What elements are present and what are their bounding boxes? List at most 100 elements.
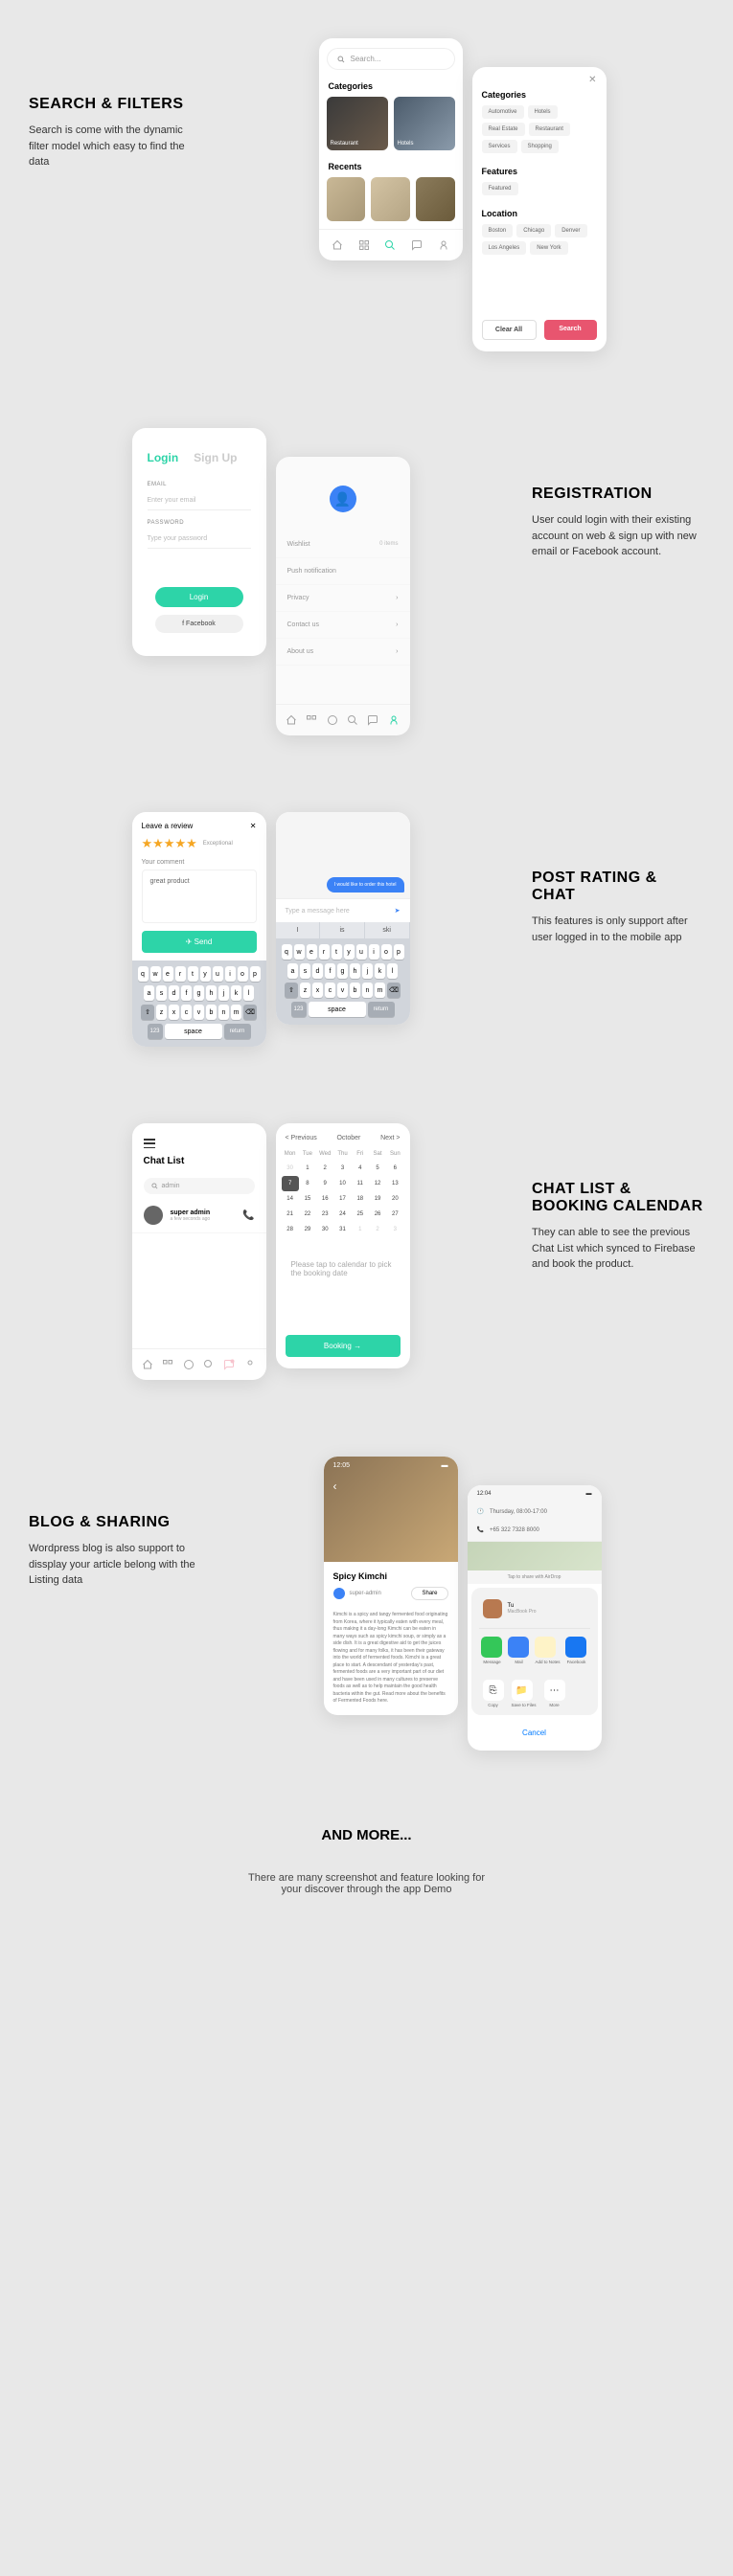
cancel-button[interactable]: Cancel: [471, 1721, 598, 1745]
pill[interactable]: Real Estate: [482, 123, 525, 136]
key-h[interactable]: h: [206, 985, 217, 1001]
tab-login[interactable]: Login: [148, 451, 179, 464]
calendar-day[interactable]: 16: [316, 1191, 333, 1207]
comment-textarea[interactable]: great product: [142, 870, 257, 923]
calendar-day[interactable]: 30: [282, 1161, 299, 1176]
calendar-day[interactable]: 10: [333, 1176, 351, 1191]
pill[interactable]: Automotive: [482, 105, 524, 119]
key-a[interactable]: a: [144, 985, 154, 1001]
menu-privacy[interactable]: Privacy›: [276, 585, 410, 612]
user-icon[interactable]: [438, 239, 449, 251]
key-g[interactable]: g: [194, 985, 204, 1001]
password-field[interactable]: Type your password: [148, 531, 251, 549]
key-y[interactable]: y: [344, 944, 355, 960]
key-r[interactable]: r: [319, 944, 330, 960]
chat-row[interactable]: super admina few seconds ago 📞: [132, 1198, 266, 1233]
login-button[interactable]: Login: [155, 587, 243, 607]
map-icon[interactable]: [183, 1359, 195, 1370]
email-field[interactable]: Enter your email: [148, 493, 251, 510]
calendar-day[interactable]: 17: [333, 1191, 351, 1207]
return-key[interactable]: return: [368, 1002, 395, 1017]
share-button[interactable]: Share: [411, 1587, 447, 1600]
key-j[interactable]: j: [218, 985, 229, 1001]
key-l[interactable]: l: [387, 963, 398, 979]
search-input[interactable]: Search...: [327, 48, 455, 70]
grid-icon[interactable]: [306, 714, 317, 726]
key-z[interactable]: z: [156, 1005, 167, 1020]
calendar-day[interactable]: 3: [386, 1222, 403, 1237]
key-a[interactable]: a: [287, 963, 298, 979]
pill[interactable]: New York: [530, 241, 567, 255]
search-input[interactable]: admin: [144, 1178, 255, 1194]
key-m[interactable]: m: [231, 1005, 241, 1020]
chat-icon[interactable]: [367, 714, 378, 726]
key-x[interactable]: x: [312, 983, 323, 998]
menu-wishlist[interactable]: Wishlist0 items: [276, 531, 410, 558]
key-b[interactable]: b: [350, 983, 360, 998]
chat-input[interactable]: Type a message here➤: [276, 898, 410, 922]
menu-icon[interactable]: [144, 1139, 155, 1148]
calendar-day[interactable]: 13: [386, 1176, 403, 1191]
phone-icon[interactable]: 📞: [242, 1210, 254, 1221]
search-icon[interactable]: [347, 714, 358, 726]
123-key[interactable]: 123: [291, 1002, 307, 1017]
send-icon[interactable]: ➤: [395, 907, 401, 915]
calendar-day[interactable]: 19: [369, 1191, 386, 1207]
user-icon[interactable]: [244, 1359, 256, 1370]
star-rating[interactable]: ★★★★★Exceptional: [132, 834, 266, 859]
space-key[interactable]: space: [309, 1002, 366, 1017]
send-button[interactable]: ✈ Send: [142, 931, 257, 953]
calendar-day[interactable]: 2: [369, 1222, 386, 1237]
search-icon[interactable]: [384, 239, 396, 251]
calendar-day[interactable]: 30: [316, 1222, 333, 1237]
calendar-day[interactable]: 14: [282, 1191, 299, 1207]
calendar-day[interactable]: 8: [299, 1176, 316, 1191]
pill[interactable]: Boston: [482, 224, 514, 237]
key-q[interactable]: q: [282, 944, 292, 960]
calendar-day[interactable]: 31: [333, 1222, 351, 1237]
key-n[interactable]: n: [362, 983, 373, 998]
chat-icon[interactable]: [223, 1359, 235, 1370]
calendar-day[interactable]: 5: [369, 1161, 386, 1176]
map-icon[interactable]: [327, 714, 338, 726]
key-t[interactable]: t: [332, 944, 342, 960]
key-p[interactable]: p: [394, 944, 404, 960]
return-key[interactable]: return: [224, 1024, 251, 1039]
search-button[interactable]: Search: [544, 320, 597, 340]
shift-key[interactable]: ⇧: [285, 983, 298, 998]
category-card[interactable]: Restaurant: [327, 97, 388, 150]
avatar[interactable]: 👤: [330, 486, 356, 512]
pill[interactable]: Featured: [482, 182, 518, 195]
calendar-day[interactable]: 26: [369, 1207, 386, 1222]
key-f[interactable]: f: [325, 963, 335, 979]
key-u[interactable]: u: [356, 944, 367, 960]
calendar-day[interactable]: 7: [282, 1176, 299, 1191]
recent-card[interactable]: [371, 177, 410, 221]
menu-about[interactable]: About us›: [276, 639, 410, 666]
map[interactable]: [468, 1542, 602, 1570]
key-v[interactable]: v: [337, 983, 348, 998]
action[interactable]: 📁Save to Files: [512, 1680, 537, 1707]
calendar-day[interactable]: 20: [386, 1191, 403, 1207]
key-k[interactable]: k: [375, 963, 385, 979]
key-e[interactable]: e: [307, 944, 317, 960]
backspace-key[interactable]: ⌫: [387, 983, 401, 998]
calendar-day[interactable]: 9: [316, 1176, 333, 1191]
key-v[interactable]: v: [194, 1005, 204, 1020]
share-app[interactable]: Mail: [508, 1637, 529, 1664]
booking-button[interactable]: Booking →: [286, 1335, 401, 1357]
key-w[interactable]: w: [150, 966, 161, 982]
key-d[interactable]: d: [312, 963, 323, 979]
key-i[interactable]: i: [225, 966, 236, 982]
airdrop-target[interactable]: TuMacBook Pro: [479, 1595, 590, 1628]
key-y[interactable]: y: [200, 966, 211, 982]
home-icon[interactable]: [332, 239, 343, 251]
calendar-day[interactable]: 18: [352, 1191, 369, 1207]
grid-icon[interactable]: [162, 1359, 173, 1370]
suggestion[interactable]: I: [276, 922, 321, 938]
recent-card[interactable]: [327, 177, 366, 221]
key-h[interactable]: h: [350, 963, 360, 979]
calendar-day[interactable]: 21: [282, 1207, 299, 1222]
share-app[interactable]: Add to Notes: [535, 1637, 560, 1664]
search-icon[interactable]: [203, 1359, 215, 1370]
